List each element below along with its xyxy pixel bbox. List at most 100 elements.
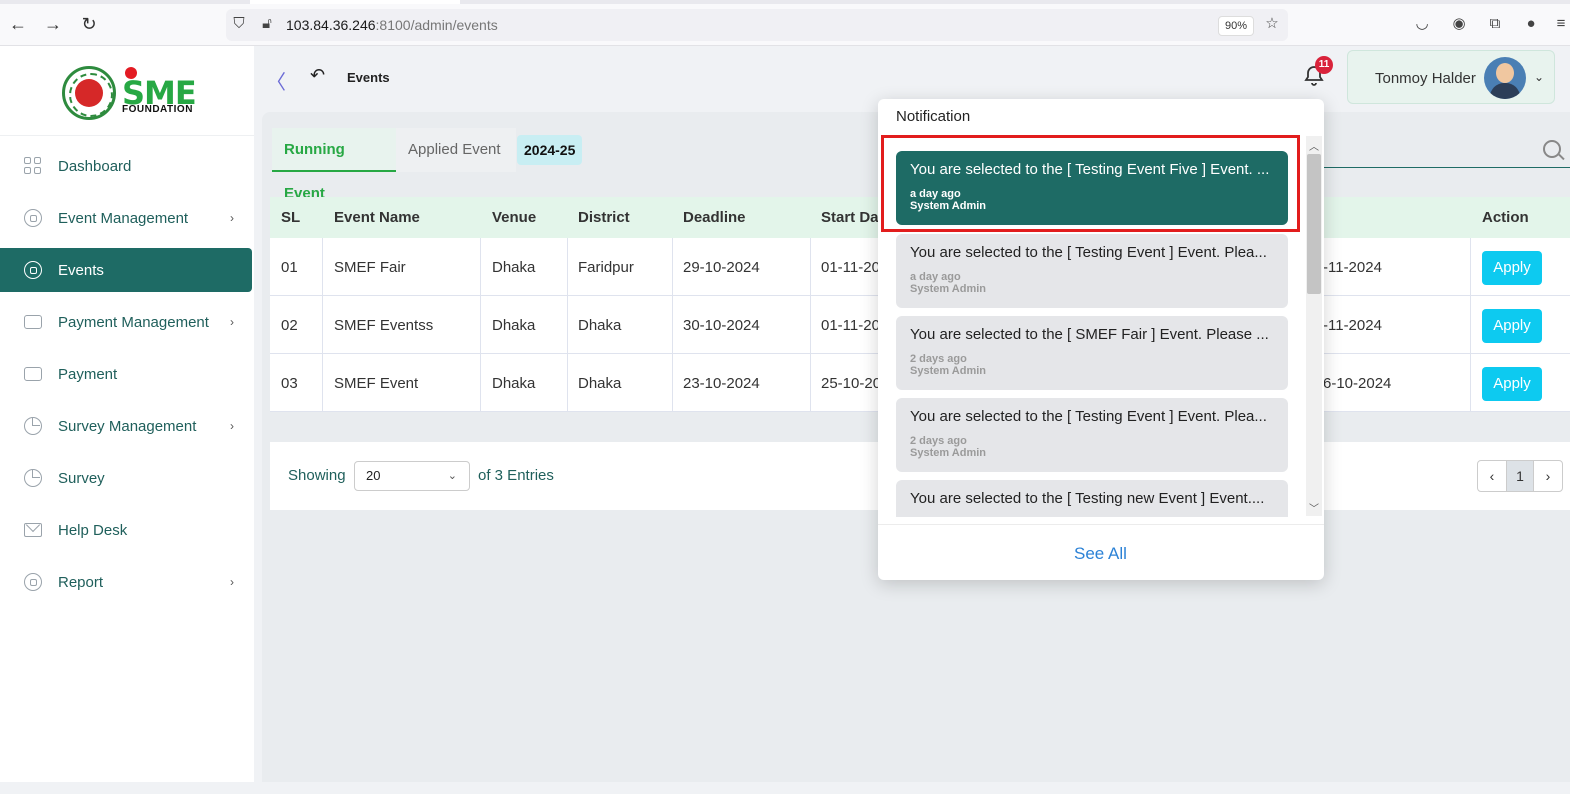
pie-chart-icon: [24, 469, 42, 487]
addon-icon[interactable]: ●: [1522, 15, 1540, 33]
search-icon[interactable]: [1543, 140, 1561, 158]
avatar[interactable]: [1484, 57, 1526, 99]
pie-chart-icon: [24, 417, 42, 435]
sidebar-item-event-management[interactable]: Event Management ›: [0, 192, 254, 244]
pagination: ‹ 1 ›: [1477, 460, 1563, 492]
cell-district: Faridpur: [578, 259, 634, 276]
chevron-down-icon: ⌄: [447, 470, 457, 482]
sidebar-item-label: Survey: [58, 469, 105, 487]
menu-icon[interactable]: ≡: [1552, 15, 1570, 33]
lock-circle-icon: [24, 209, 42, 227]
active-tab[interactable]: [250, 0, 460, 4]
column-divider: [810, 238, 811, 412]
next-page-button[interactable]: ›: [1534, 461, 1562, 491]
apply-button[interactable]: Apply: [1482, 251, 1542, 285]
chevron-right-icon: ›: [230, 315, 234, 329]
notification-item[interactable]: You are selected to the [ Testing Event …: [896, 234, 1288, 308]
cell-sl: 03: [281, 375, 298, 392]
cell-start-date: 01-11-20: [821, 259, 880, 276]
government-seal-icon: [62, 66, 116, 120]
sidebar-item-dashboard[interactable]: Dashboard: [0, 140, 254, 192]
cell-sl: 02: [281, 317, 298, 334]
user-name[interactable]: Tonmoy Halder: [1375, 70, 1476, 87]
sidebar-item-survey[interactable]: Survey: [0, 452, 254, 504]
logo[interactable]: SME FOUNDATION: [0, 46, 254, 136]
scroll-up-icon[interactable]: ︿: [1307, 138, 1321, 153]
see-all-link[interactable]: See All: [1074, 544, 1127, 564]
prev-page-button[interactable]: ‹: [1478, 461, 1506, 491]
sidebar-menu: Dashboard Event Management › Events Paym…: [0, 140, 254, 608]
notification-message: You are selected to the [ Testing new Ev…: [910, 490, 1265, 507]
cell-event-name: SMEF Event: [334, 375, 419, 392]
notification-message: You are selected to the [ Testing Event …: [910, 408, 1267, 425]
back-arrow-icon[interactable]: ←: [8, 14, 28, 34]
sidebar-item-events[interactable]: Events: [0, 248, 252, 292]
sidebar-item-label: Survey Management: [58, 417, 197, 435]
sidebar-item-label: Payment Management: [58, 313, 209, 331]
notification-time: a day ago: [910, 271, 961, 283]
column-header: District: [578, 209, 630, 226]
scroll-down-icon[interactable]: ﹀: [1307, 500, 1321, 515]
column-header: SL: [281, 209, 301, 226]
reload-icon[interactable]: ↻: [79, 14, 99, 34]
sidebar-item-label: Help Desk: [58, 521, 128, 539]
notification-title: Notification: [896, 108, 971, 125]
sidebar-item-label: Event Management: [58, 209, 189, 227]
tab-applied-event[interactable]: Applied Event: [396, 128, 516, 172]
highlight-annotation: [881, 135, 1300, 232]
cell-deadline: 29-10-2024: [683, 259, 760, 276]
column-header: Start Da: [821, 209, 879, 226]
cell-venue: Dhaka: [492, 259, 536, 276]
pocket-icon[interactable]: ◡: [1413, 15, 1431, 33]
cell-venue: Dhaka: [492, 317, 536, 334]
column-divider: [1470, 238, 1471, 412]
bookmark-star-icon[interactable]: ☆: [1263, 15, 1281, 33]
bottom-strip: [0, 782, 1570, 794]
notification-count-badge: 11: [1315, 56, 1333, 74]
per-page-select[interactable]: 20 ⌄: [354, 461, 470, 491]
chevron-right-icon: ›: [230, 419, 234, 433]
notification-time: 2 days ago: [910, 435, 967, 447]
sidebar-item-report[interactable]: Report ›: [0, 556, 254, 608]
cell-venue: Dhaka: [492, 375, 536, 392]
chevron-right-icon: ›: [230, 211, 234, 225]
shield-icon[interactable]: ⛉: [230, 15, 248, 33]
insecure-lock-icon[interactable]: 🔓︎: [258, 15, 276, 33]
sidebar-item-payment[interactable]: Payment: [0, 348, 254, 400]
scrollbar-thumb[interactable]: [1307, 154, 1321, 294]
url-text[interactable]: 103.84.36.246:8100/admin/events: [286, 17, 498, 33]
card-icon: [24, 315, 42, 329]
notification-item[interactable]: You are selected to the [ SMEF Fair ] Ev…: [896, 316, 1288, 390]
logo-subtext: FOUNDATION: [122, 104, 193, 115]
tab-running-event[interactable]: Running Event: [272, 128, 396, 202]
page-number-button[interactable]: 1: [1506, 461, 1534, 491]
sidebar-item-label: Events: [58, 261, 104, 279]
notification-item[interactable]: You are selected to the [ Testing Event …: [896, 398, 1288, 472]
notification-sender: System Admin: [910, 447, 987, 459]
sidebar-item-payment-management[interactable]: Payment Management ›: [0, 296, 254, 348]
account-icon[interactable]: ◉: [1450, 15, 1468, 33]
sidebar-item-survey-management[interactable]: Survey Management ›: [0, 400, 254, 452]
cell-district: Dhaka: [578, 375, 622, 392]
column-divider: [672, 238, 673, 412]
chevron-down-icon[interactable]: ⌄: [1534, 70, 1544, 84]
notification-sender: System Admin: [910, 283, 987, 295]
cell-start-date: 01-11-20: [821, 317, 880, 334]
apply-button[interactable]: Apply: [1482, 367, 1542, 401]
zoom-level-badge[interactable]: 90%: [1218, 16, 1255, 36]
cell-deadline: 23-10-2024: [683, 375, 760, 392]
sidebar-item-help-desk[interactable]: Help Desk: [0, 504, 254, 556]
fiscal-year-badge[interactable]: 2024-25: [517, 135, 583, 165]
forward-arrow-icon[interactable]: →: [43, 14, 63, 34]
notification-item[interactable]: You are selected to the [ Testing new Ev…: [896, 480, 1288, 517]
search-input[interactable]: [1310, 132, 1570, 168]
apply-button[interactable]: Apply: [1482, 309, 1542, 343]
cell-start-date: 25-10-20: [821, 375, 882, 392]
chevron-right-icon: ›: [230, 575, 234, 589]
collapse-sidebar-icon[interactable]: 〈: [266, 66, 286, 95]
sidebar-item-label: Dashboard: [58, 157, 132, 175]
extensions-icon[interactable]: ⧉: [1486, 15, 1504, 33]
undo-back-icon[interactable]: ↶: [310, 65, 325, 86]
dashboard-grid-icon: [24, 157, 42, 175]
notification-sender: System Admin: [910, 365, 987, 377]
